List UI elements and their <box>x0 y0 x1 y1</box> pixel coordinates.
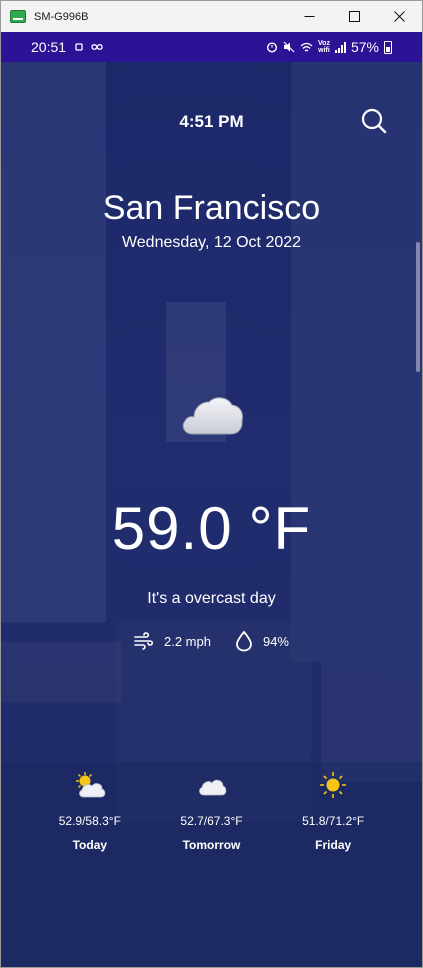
window-titlebar: SM-G996B <box>1 1 422 32</box>
city-name: San Francisco <box>102 189 321 227</box>
sun-icon <box>320 772 347 798</box>
forecast-range: 51.8/71.2°F <box>302 814 365 828</box>
water-drop-icon <box>236 630 252 652</box>
forecast-range: 52.9/58.3°F <box>58 814 121 828</box>
temperature-value: 59.0 <box>111 495 233 562</box>
wifi-icon <box>300 42 313 51</box>
weather-metrics: 2.2 mph 94% <box>1 630 422 652</box>
battery-icon <box>384 40 392 54</box>
cloud-icon <box>198 779 226 796</box>
wind-speed: 2.2 mph <box>163 633 211 649</box>
temperature-display: 59.0 °F <box>1 494 422 563</box>
sync-icon <box>75 43 83 51</box>
current-date: Wednesday, 12 Oct 2022 <box>121 234 302 251</box>
emulator-window: SM-G996B 20:51 Voz wifi 57% 4:51 PM San … <box>0 0 423 968</box>
wind-icon <box>134 632 154 650</box>
forecast-day-today: 52.9/58.3°F Today <box>29 770 151 852</box>
vowifi-label: Voz wifi <box>318 40 330 54</box>
weather-description: It's a overcast day <box>147 590 276 607</box>
android-status-bar: 20:51 Voz wifi 57% <box>1 32 422 62</box>
temperature-unit: °F <box>248 495 312 562</box>
background-building-right <box>291 62 422 662</box>
window-controls <box>287 1 422 32</box>
close-icon <box>394 11 405 22</box>
partly-sunny-icon <box>75 772 106 798</box>
cloud-icon <box>179 392 245 438</box>
maximize-button[interactable] <box>332 1 377 32</box>
search-icon <box>361 108 387 134</box>
forecast-list: 52.9/58.3°F Today 52.7/67.3°F Tomorrow 5… <box>29 770 394 852</box>
alarm-icon <box>267 42 278 53</box>
window-title: SM-G996B <box>34 10 89 23</box>
humidity-value: 94% <box>262 633 289 649</box>
forecast-range: 52.7/67.3°F <box>180 814 243 828</box>
mute-icon <box>283 41 295 53</box>
forecast-day-label: Friday <box>315 838 352 852</box>
status-notification-icons <box>74 41 104 53</box>
signal-icon <box>334 41 346 53</box>
infinity-icon <box>91 44 103 50</box>
battery-percent: 57% <box>350 39 379 55</box>
forecast-day-friday: 51.8/71.2°F Friday <box>272 770 394 852</box>
app-window-icon <box>10 10 26 23</box>
maximize-icon <box>349 11 360 22</box>
wind-metric: 2.2 mph <box>134 632 211 650</box>
forecast-day-label: Today <box>72 838 108 852</box>
close-button[interactable] <box>377 1 422 32</box>
forecast-day-label: Tomorrow <box>182 838 241 852</box>
status-system-icons: Voz wifi 57% <box>266 32 392 62</box>
weather-app: 4:51 PM San Francisco Wednesday, 12 Oct … <box>1 62 422 967</box>
status-time: 20:51 <box>31 39 67 55</box>
minimize-button[interactable] <box>287 1 332 32</box>
minimize-icon <box>304 16 315 17</box>
forecast-day-tomorrow: 52.7/67.3°F Tomorrow <box>151 770 273 852</box>
search-button[interactable] <box>359 106 389 136</box>
humidity-metric: 94% <box>235 630 289 652</box>
scrollbar[interactable] <box>416 242 420 372</box>
